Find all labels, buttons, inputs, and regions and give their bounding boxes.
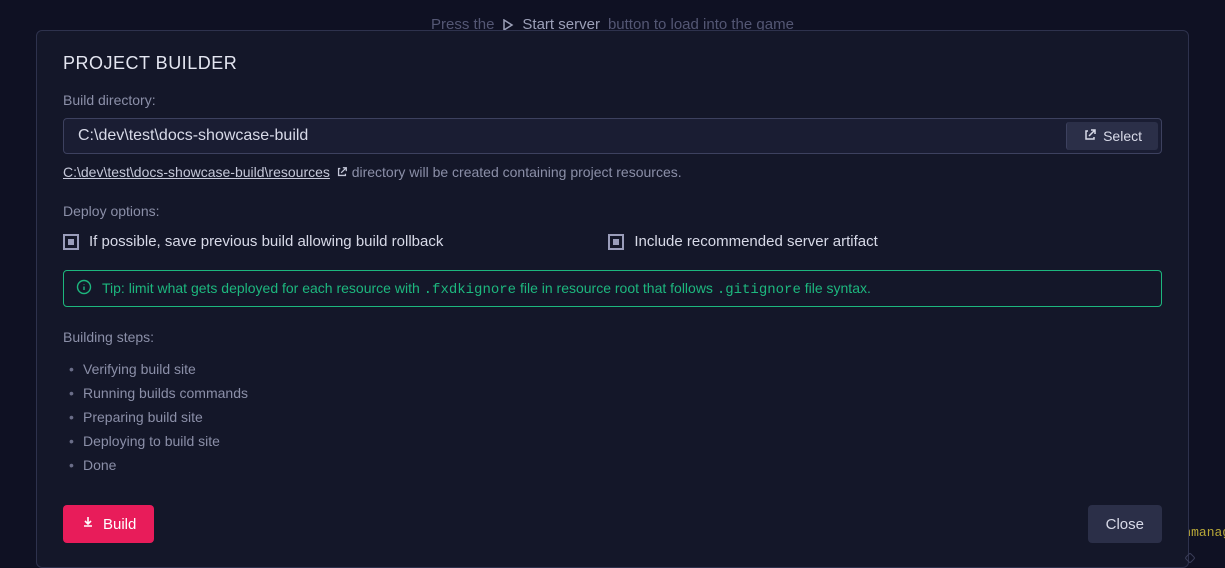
deploy-options-label: Deploy options: (63, 203, 1162, 219)
project-builder-modal: PROJECT BUILDER Build directory: Select … (36, 30, 1189, 568)
close-button-label: Close (1106, 516, 1144, 533)
select-button-label: Select (1103, 128, 1142, 144)
download-icon (81, 515, 95, 533)
build-button[interactable]: Build (63, 505, 154, 543)
build-directory-label: Build directory: (63, 92, 1162, 108)
tip-callout: Tip: limit what gets deployed for each r… (63, 270, 1162, 307)
close-button[interactable]: Close (1088, 505, 1162, 543)
building-steps-list: Verifying build site Running builds comm… (63, 357, 1162, 477)
path-note: C:\dev\test\docs-showcase-build\resource… (63, 164, 1162, 181)
build-directory-row: Select (63, 118, 1162, 154)
resources-path-link[interactable]: C:\dev\test\docs-showcase-build\resource… (63, 164, 330, 180)
build-button-label: Build (103, 516, 136, 533)
build-directory-input[interactable] (64, 119, 1063, 153)
rollback-checkbox[interactable]: If possible, save previous build allowin… (63, 233, 443, 250)
build-step: Done (63, 453, 1162, 477)
modal-title: PROJECT BUILDER (63, 53, 1162, 74)
build-step: Preparing build site (63, 405, 1162, 429)
info-icon (76, 279, 92, 298)
building-steps-label: Building steps: (63, 329, 1162, 345)
artifact-checkbox-label: Include recommended server artifact (634, 233, 877, 250)
tip-text: Tip: limit what gets deployed for each r… (102, 280, 871, 298)
checkbox-icon (608, 234, 624, 250)
build-step: Deploying to build site (63, 429, 1162, 453)
checkbox-icon (63, 234, 79, 250)
external-link-icon (1083, 128, 1097, 145)
external-link-icon (336, 165, 348, 181)
build-step: Running builds commands (63, 381, 1162, 405)
build-step: Verifying build site (63, 357, 1162, 381)
play-icon (502, 19, 514, 31)
artifact-checkbox[interactable]: Include recommended server artifact (608, 233, 877, 250)
select-directory-button[interactable]: Select (1066, 122, 1158, 150)
rollback-checkbox-label: If possible, save previous build allowin… (89, 233, 443, 250)
